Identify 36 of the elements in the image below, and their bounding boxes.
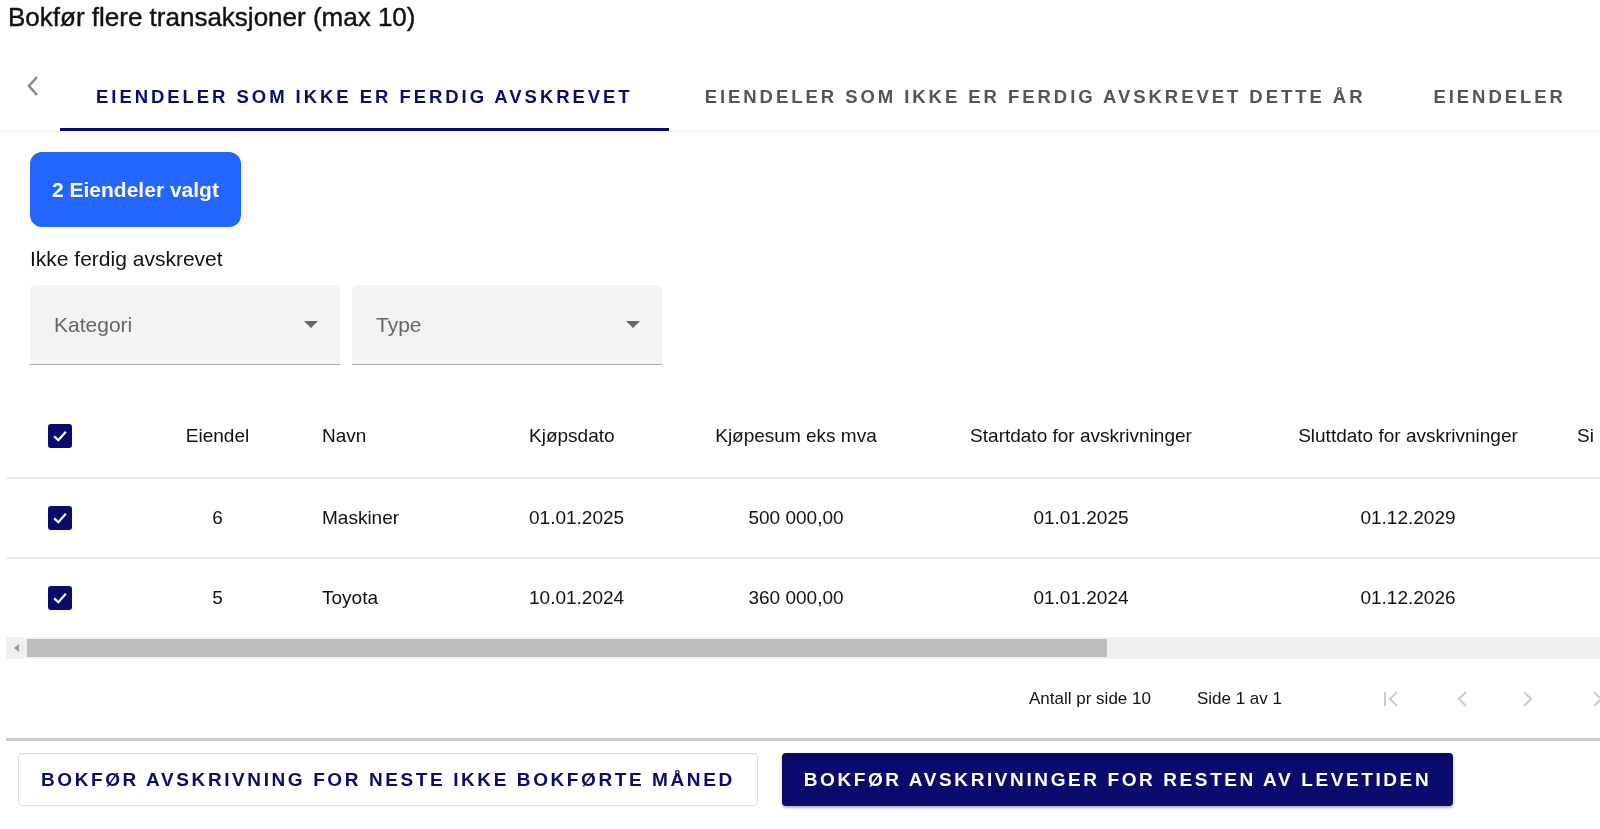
column-header: Kjøpesum eks mva bbox=[675, 395, 917, 478]
column-header: Si bbox=[1571, 395, 1600, 478]
column-header: Navn bbox=[321, 395, 528, 478]
column-header: Eiendel bbox=[114, 395, 321, 478]
post-next-month-button[interactable]: BOKFØR AVSKRIVNING FOR NESTE IKKE BOKFØRTE MÅNED bbox=[18, 753, 758, 806]
select-all-checkbox[interactable] bbox=[48, 424, 72, 448]
page-indicator: Side 1 av 1 bbox=[1196, 688, 1282, 709]
table-cell: 500 000,00 bbox=[675, 478, 917, 558]
table-cell: 01.01.2025 bbox=[528, 478, 675, 558]
table-cell: 01.01.2025 bbox=[917, 478, 1245, 558]
filter-heading: Ikke ferdig avskrevet bbox=[30, 247, 223, 271]
table-cell: 6 bbox=[114, 478, 321, 558]
table-cell: Maskiner bbox=[321, 478, 528, 558]
dropdown-caret-icon bbox=[304, 320, 318, 329]
rows-per-page-label: Antall pr side 10 bbox=[1029, 688, 1151, 709]
horizontal-scrollbar[interactable] bbox=[6, 637, 1600, 659]
column-header: Kjøpsdato bbox=[528, 395, 675, 478]
tab[interactable]: EIENDELER SOM IKKE ER FERDIG AVSKREVET bbox=[60, 40, 669, 131]
column-header: Startdato for avskrivninger bbox=[917, 395, 1245, 478]
table-cell: 01.12.2029 bbox=[1245, 478, 1571, 558]
row-checkbox[interactable] bbox=[48, 586, 72, 610]
selection-count-button[interactable]: 2 Eiendeler valgt bbox=[30, 152, 241, 227]
post-remaining-lifetime-button[interactable]: BOKFØR AVSKRIVNINGER FOR RESTEN AV LEVETIDEN bbox=[781, 753, 1454, 806]
chevron-left-icon[interactable] bbox=[26, 74, 40, 97]
next-page-icon[interactable] bbox=[1522, 688, 1534, 709]
tab[interactable]: EIENDELER SOM IKKE ER FERDIG AVSKREVET DETTE ÅR bbox=[668, 40, 1394, 131]
scroll-left-arrow-icon[interactable] bbox=[13, 643, 21, 653]
previous-page-icon[interactable] bbox=[1456, 688, 1468, 709]
last-page-icon[interactable] bbox=[1592, 688, 1600, 709]
dropdown-field[interactable]: Type bbox=[352, 285, 662, 365]
column-header: Sluttdato for avskrivninger bbox=[1245, 395, 1571, 478]
page-title: Bokfør flere transaksjoner (max 10) bbox=[7, 1, 417, 34]
row-checkbox[interactable] bbox=[48, 506, 72, 530]
dropdown-field[interactable]: Kategori bbox=[30, 285, 340, 365]
tab[interactable]: EIENDELER bbox=[1393, 40, 1570, 131]
dropdown-caret-icon bbox=[626, 320, 640, 329]
